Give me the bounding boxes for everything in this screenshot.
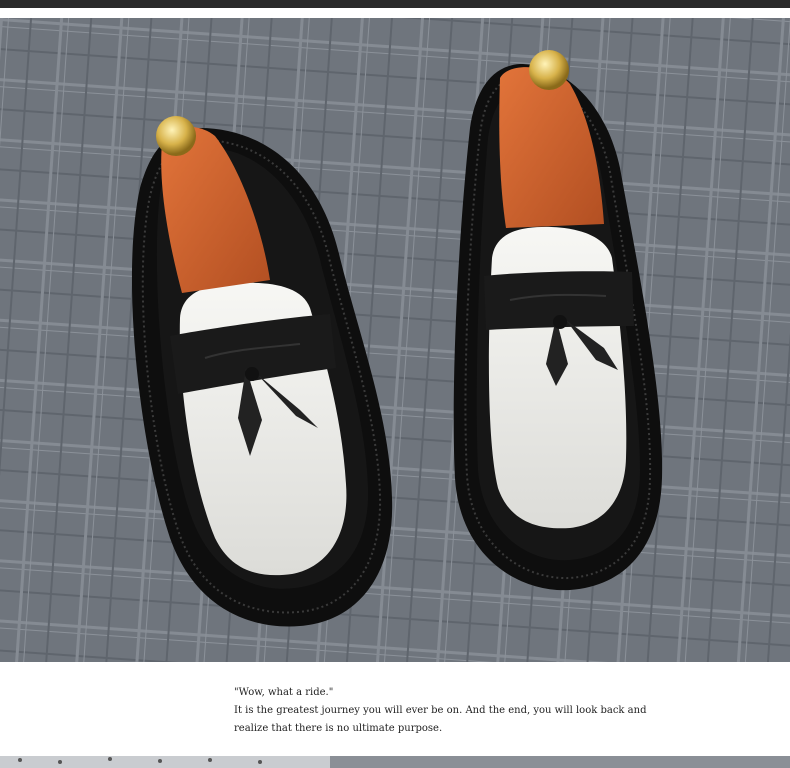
shoe-tree-knob-right: [529, 50, 569, 90]
caption-quote: "Wow, what a ride.": [234, 687, 334, 698]
shoe-tree-knob-left: [156, 116, 196, 156]
product-photo: [0, 18, 790, 662]
caption-block: "Wow, what a ride." It is the greatest j…: [234, 684, 654, 738]
next-photo-strip: [0, 756, 790, 768]
plaid-background: [0, 18, 790, 662]
top-divider-bar: [0, 0, 790, 8]
caption-line-2: realize that there is no ultimate purpos…: [234, 723, 443, 734]
caption-line-1: It is the greatest journey you will ever…: [234, 705, 647, 716]
